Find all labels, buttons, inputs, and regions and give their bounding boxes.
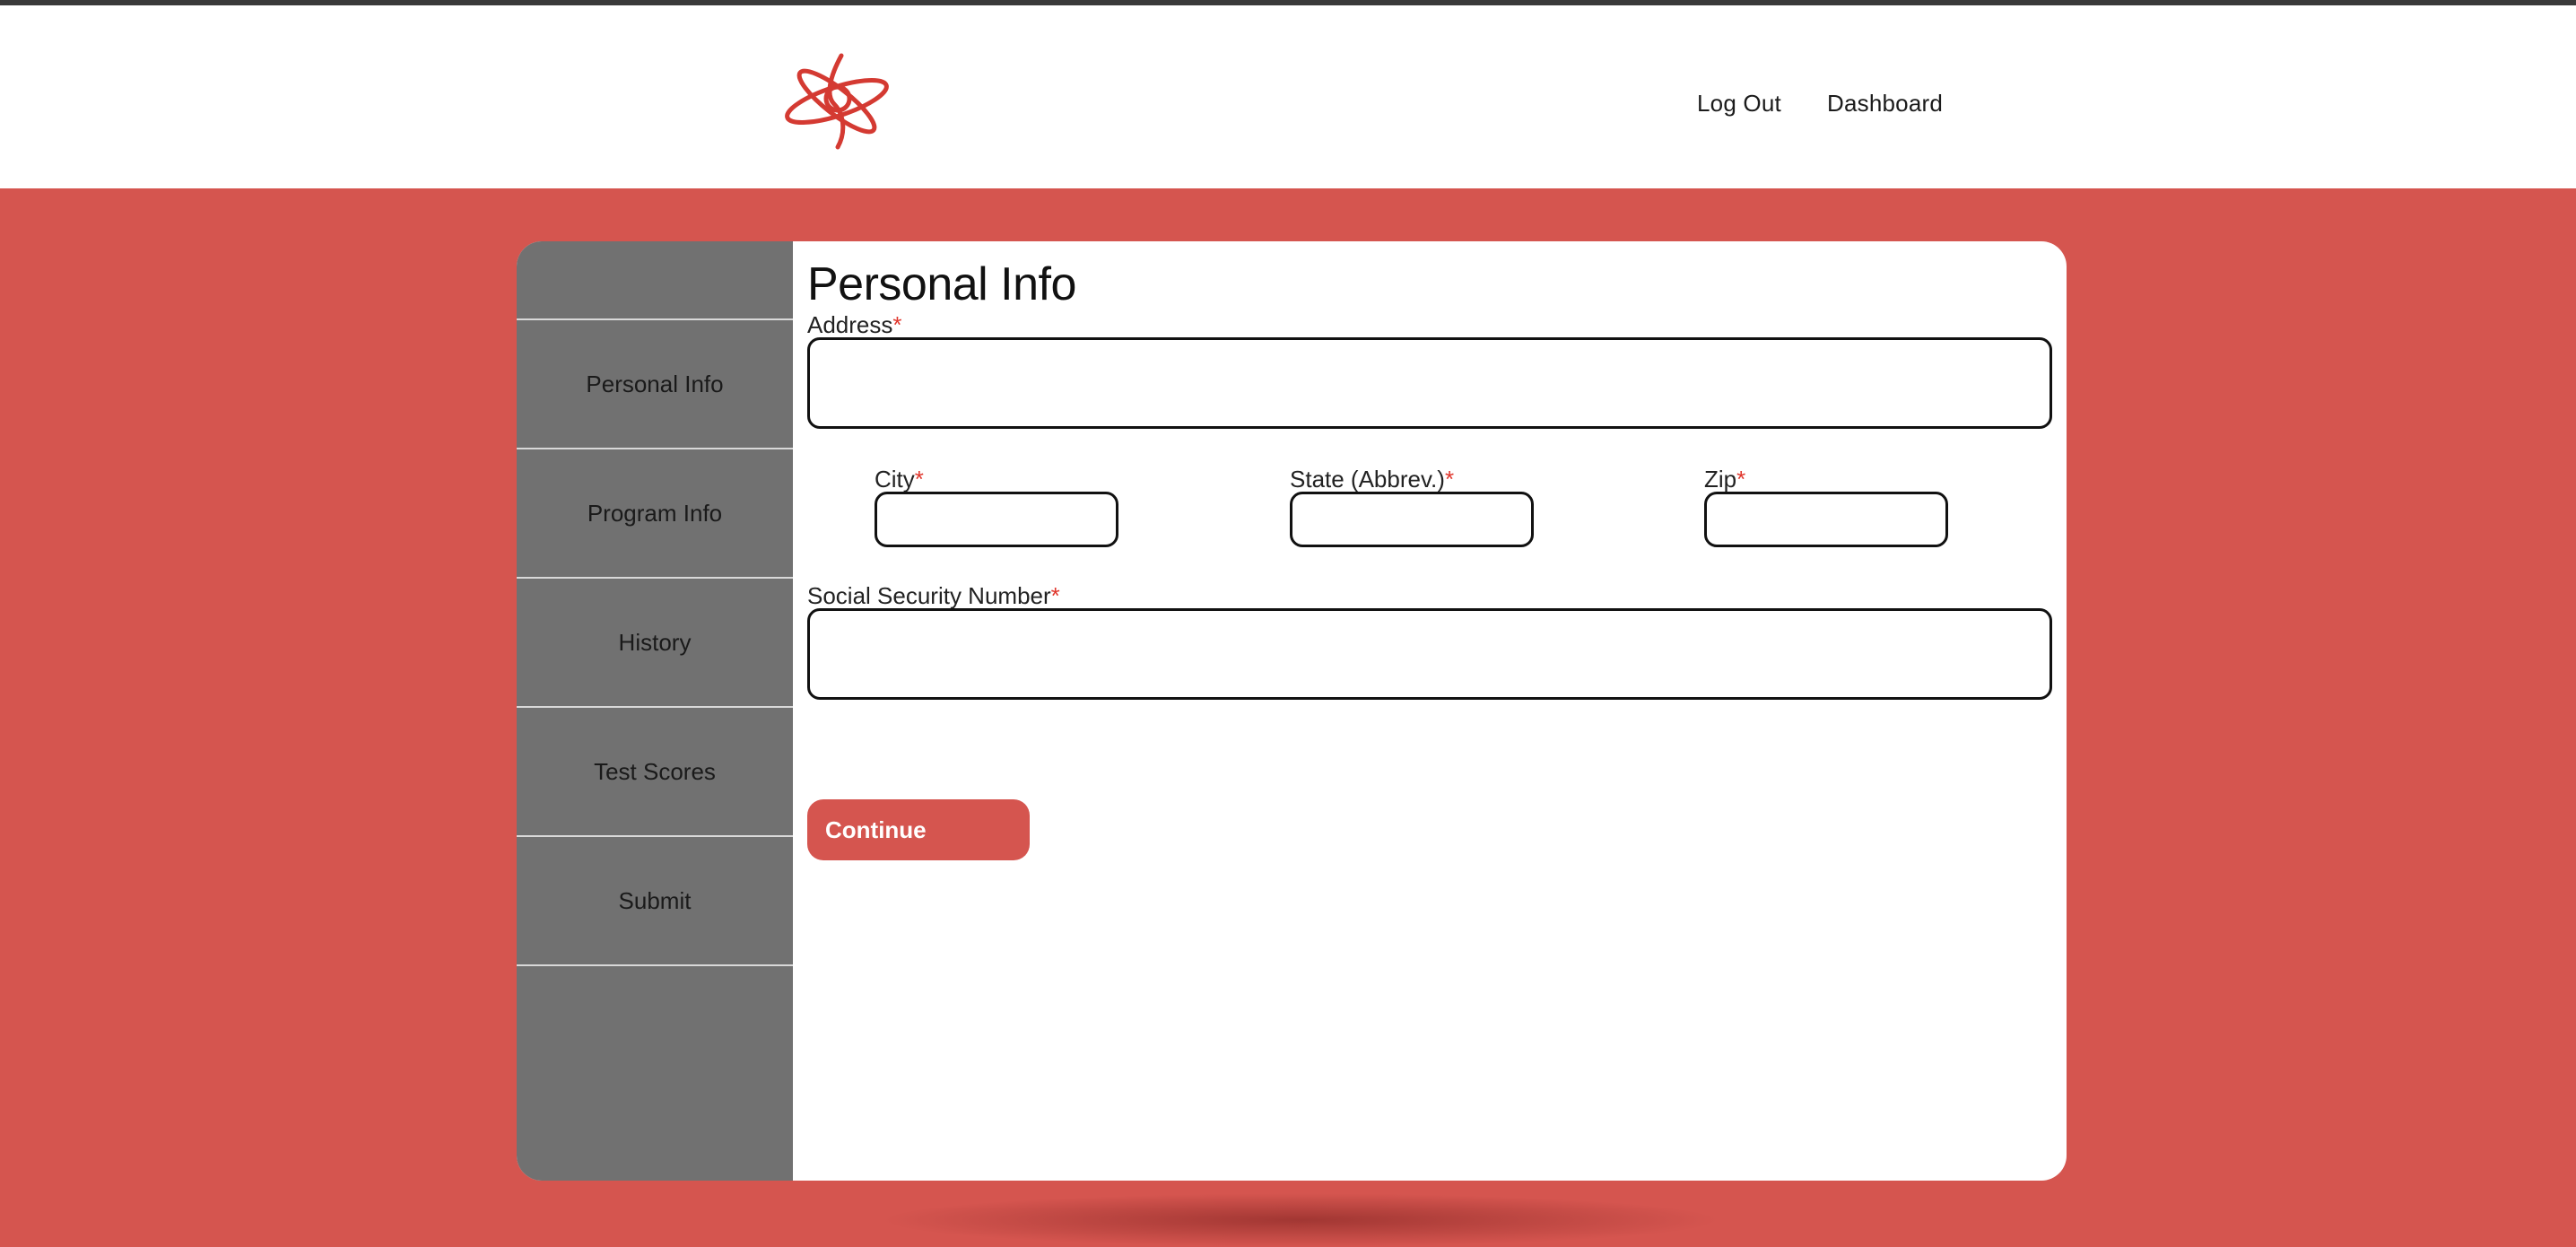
- dashboard-link[interactable]: Dashboard: [1827, 90, 1943, 117]
- sidebar-item-submit[interactable]: Submit: [517, 837, 793, 966]
- city-label-text: City: [875, 466, 915, 493]
- city-label: City*: [875, 466, 924, 493]
- ssn-label-text: Social Security Number: [807, 582, 1051, 609]
- state-label: State (Abbrev.)*: [1290, 466, 1454, 493]
- application-card: Personal Info Program Info History Test …: [517, 241, 2067, 1181]
- required-marker: *: [1444, 466, 1455, 493]
- step-sidebar: Personal Info Program Info History Test …: [517, 241, 793, 1181]
- required-marker: *: [914, 466, 924, 493]
- sidebar-item-history[interactable]: History: [517, 579, 793, 708]
- state-label-text: State (Abbrev.): [1290, 466, 1445, 493]
- city-input[interactable]: [875, 492, 1118, 547]
- required-marker: *: [892, 311, 902, 338]
- sidebar-item-personal-info[interactable]: Personal Info: [517, 320, 793, 449]
- sidebar-item-program-info[interactable]: Program Info: [517, 449, 793, 579]
- zip-input[interactable]: [1704, 492, 1948, 547]
- address-label: Address*: [807, 311, 902, 338]
- address-label-text: Address: [807, 311, 893, 338]
- card-shadow: [879, 1193, 1722, 1247]
- address-input[interactable]: [807, 337, 2052, 429]
- zip-label: Zip*: [1704, 466, 1745, 493]
- ssn-input[interactable]: [807, 608, 2052, 700]
- zip-label-text: Zip: [1704, 466, 1737, 493]
- continue-button[interactable]: Continue: [807, 799, 1030, 860]
- atom-logo-icon[interactable]: [779, 48, 895, 154]
- sidebar-spacer: [517, 241, 793, 320]
- required-marker: *: [1736, 466, 1746, 493]
- ssn-label: Social Security Number*: [807, 582, 1060, 609]
- form-content: Personal Info Address* City* State (Abbr…: [807, 241, 2054, 1181]
- sidebar-item-test-scores[interactable]: Test Scores: [517, 708, 793, 837]
- site-header: Log Out Dashboard: [0, 5, 2576, 188]
- state-input[interactable]: [1290, 492, 1534, 547]
- required-marker: *: [1050, 582, 1060, 609]
- page-title: Personal Info: [807, 258, 1076, 310]
- logout-link[interactable]: Log Out: [1697, 90, 1781, 117]
